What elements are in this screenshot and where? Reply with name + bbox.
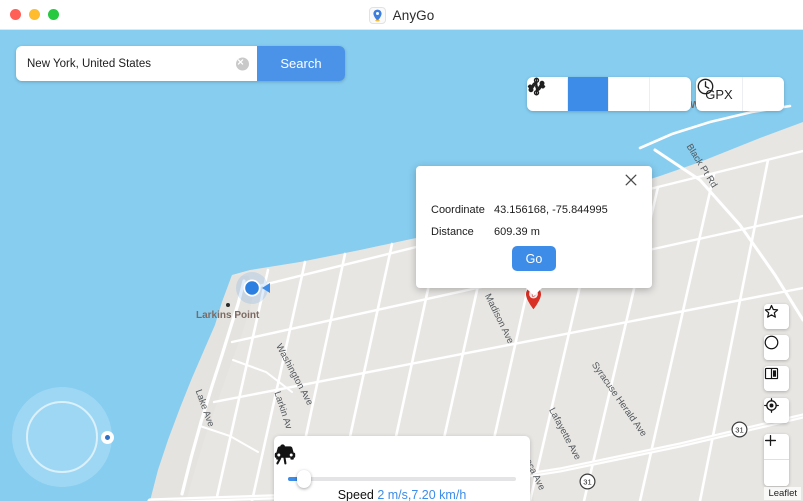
leaflet-attribution[interactable]: Leaflet — [764, 487, 801, 500]
popup-value-distance: 609.39 m — [494, 226, 540, 238]
search-bar[interactable]: Search — [16, 46, 345, 81]
speed-slider-track[interactable] — [288, 470, 516, 488]
popup-value-coordinate: 43.156168, -75.844995 — [494, 204, 608, 216]
poi-dot — [226, 303, 230, 307]
svg-text:31: 31 — [735, 426, 743, 435]
map-canvas[interactable]: Wilson Point Larkins Point Black Pt Rd W… — [0, 30, 803, 501]
map-pin-logo-icon — [368, 6, 386, 24]
anygo-window: AnyGo Larkins Point Black Pt Rd Washingt… — [0, 0, 803, 501]
multi-spot-zigzag-icon[interactable] — [528, 77, 650, 111]
speed-label: Speed — [337, 488, 374, 501]
compass-icon[interactable] — [764, 335, 789, 360]
joystick-knob[interactable] — [101, 431, 114, 444]
speed-value: 2 m/s,7.20 km/h — [377, 488, 467, 501]
locate-me-control[interactable] — [764, 398, 789, 423]
popup-label-distance: Distance — [431, 226, 474, 238]
popup-row-distance: Distance 609.39 m — [431, 226, 540, 238]
route-shield-31-b: 31 — [579, 473, 596, 490]
zoom-controls[interactable] — [764, 434, 789, 486]
star-icon[interactable] — [764, 304, 789, 329]
current-position-marker[interactable] — [232, 266, 276, 310]
route-shield-31-a: 31 — [731, 421, 748, 438]
extra-toolbar: GPX — [696, 77, 784, 111]
mode-toolbar — [527, 77, 691, 111]
popup-row-coordinate: Coordinate 43.156168, -75.844995 — [431, 204, 608, 216]
go-button[interactable]: Go — [512, 246, 556, 271]
close-x-icon[interactable] — [625, 174, 643, 192]
favorites-control[interactable] — [764, 304, 789, 329]
clock-history-icon[interactable] — [697, 77, 784, 111]
map-layers-book-icon[interactable] — [764, 366, 789, 391]
search-input-wrapper — [16, 46, 257, 81]
app-title-group: AnyGo — [0, 0, 803, 30]
two-spot-route-icon[interactable] — [530, 77, 609, 111]
joystick-inner-ring — [26, 401, 98, 473]
speed-slider-thumb[interactable] — [296, 470, 311, 488]
speed-slider[interactable] — [288, 470, 516, 488]
window-titlebar: AnyGo — [0, 0, 803, 30]
app-title-text: AnyGo — [392, 7, 435, 23]
coordinate-popup: Coordinate 43.156168, -75.844995 Distanc… — [416, 166, 652, 296]
speed-panel: Speed 2 m/s,7.20 km/h — [274, 436, 530, 501]
movement-joystick[interactable] — [12, 387, 114, 487]
search-input[interactable] — [16, 57, 257, 70]
layers-control[interactable] — [764, 366, 789, 391]
svg-text:31: 31 — [583, 478, 591, 487]
popup-label-coordinate: Coordinate — [431, 204, 485, 216]
compass-control[interactable] — [764, 335, 789, 360]
clear-circle-icon[interactable] — [236, 57, 249, 70]
locate-target-icon[interactable] — [764, 398, 789, 423]
speed-readout: Speed 2 m/s,7.20 km/h — [274, 488, 530, 501]
minus-icon[interactable] — [764, 439, 789, 486]
popup-tail — [525, 287, 543, 296]
search-button[interactable]: Search — [257, 46, 345, 81]
four-direction-nodes-icon[interactable] — [528, 77, 691, 111]
